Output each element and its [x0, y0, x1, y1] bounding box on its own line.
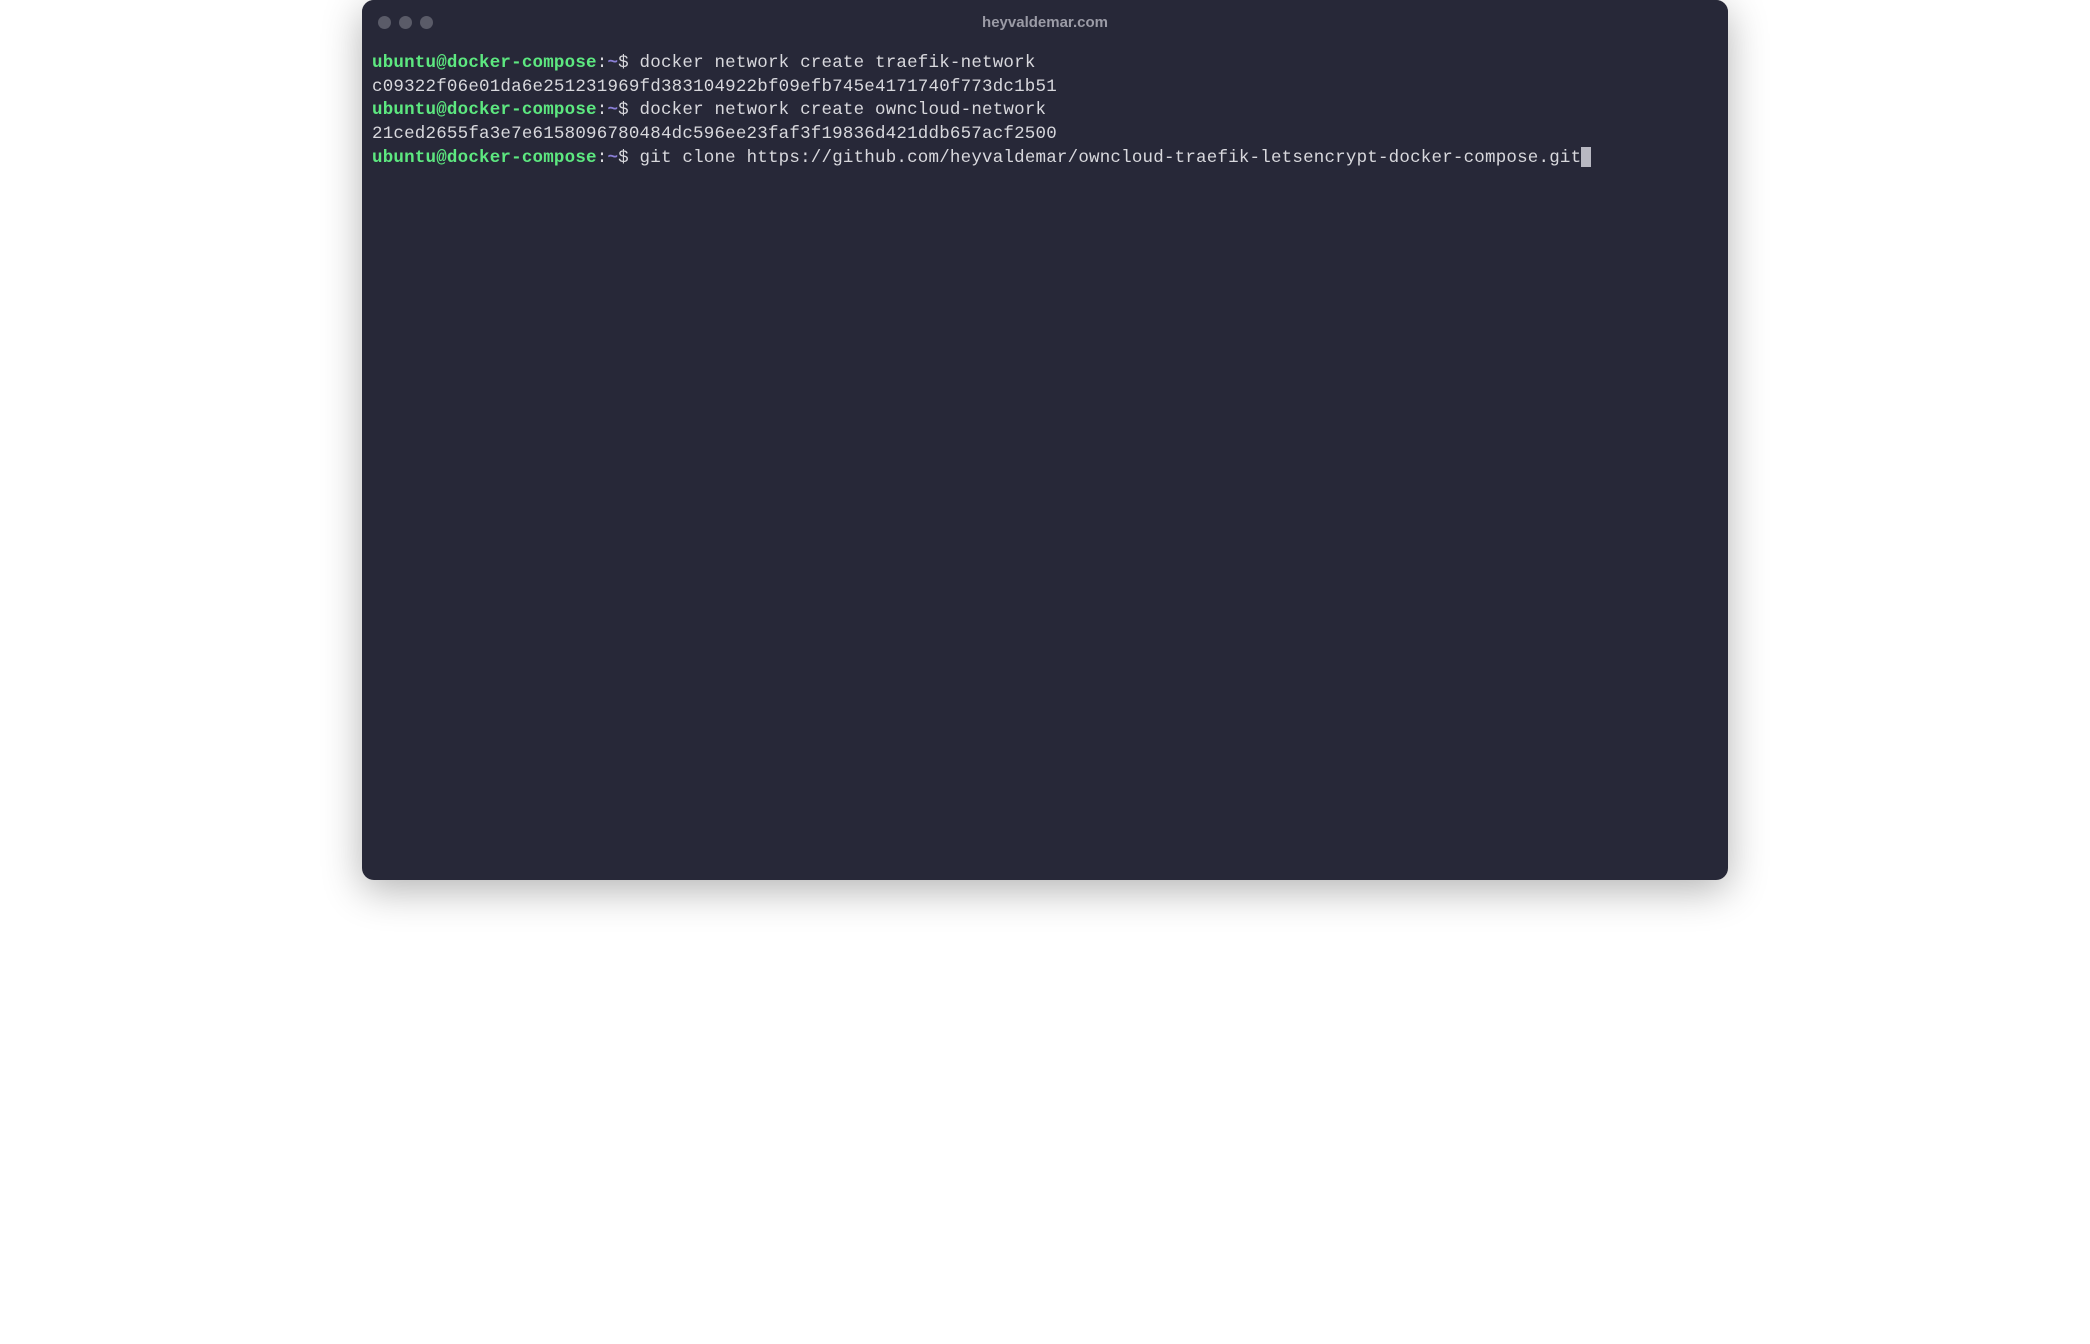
prompt-userhost: ubuntu@docker-compose [372, 148, 597, 168]
terminal-line: 21ced2655fa3e7e6158096780484dc596ee23faf… [372, 123, 1718, 147]
cursor [1581, 147, 1591, 167]
minimize-button[interactable] [399, 16, 412, 29]
terminal-line: ubuntu@docker-compose:~$ docker network … [372, 52, 1718, 76]
traffic-lights [378, 16, 433, 29]
prompt-colon: : [597, 53, 608, 73]
terminal-line: c09322f06e01da6e251231969fd383104922bf09… [372, 76, 1718, 100]
output-text: c09322f06e01da6e251231969fd383104922bf09… [372, 77, 1057, 97]
titlebar: heyvaldemar.com [362, 0, 1728, 44]
prompt-path: ~ [607, 53, 618, 73]
prompt-colon: : [597, 100, 608, 120]
window-title: heyvaldemar.com [982, 14, 1108, 31]
prompt-symbol: $ [618, 148, 629, 168]
prompt-symbol: $ [618, 100, 629, 120]
terminal-window: heyvaldemar.com ubuntu@docker-compose:~$… [362, 0, 1728, 880]
prompt-symbol: $ [618, 53, 629, 73]
prompt-path: ~ [607, 100, 618, 120]
command-text: git clone https://github.com/heyvaldemar… [629, 148, 1581, 168]
prompt-userhost: ubuntu@docker-compose [372, 100, 597, 120]
terminal-line: ubuntu@docker-compose:~$ docker network … [372, 99, 1718, 123]
output-text: 21ced2655fa3e7e6158096780484dc596ee23faf… [372, 124, 1057, 144]
terminal-body[interactable]: ubuntu@docker-compose:~$ docker network … [362, 44, 1728, 880]
command-text: docker network create traefik-network [629, 53, 1036, 73]
command-text: docker network create owncloud-network [629, 100, 1046, 120]
prompt-userhost: ubuntu@docker-compose [372, 53, 597, 73]
close-button[interactable] [378, 16, 391, 29]
prompt-colon: : [597, 148, 608, 168]
prompt-path: ~ [607, 148, 618, 168]
maximize-button[interactable] [420, 16, 433, 29]
terminal-line: ubuntu@docker-compose:~$ git clone https… [372, 147, 1718, 171]
